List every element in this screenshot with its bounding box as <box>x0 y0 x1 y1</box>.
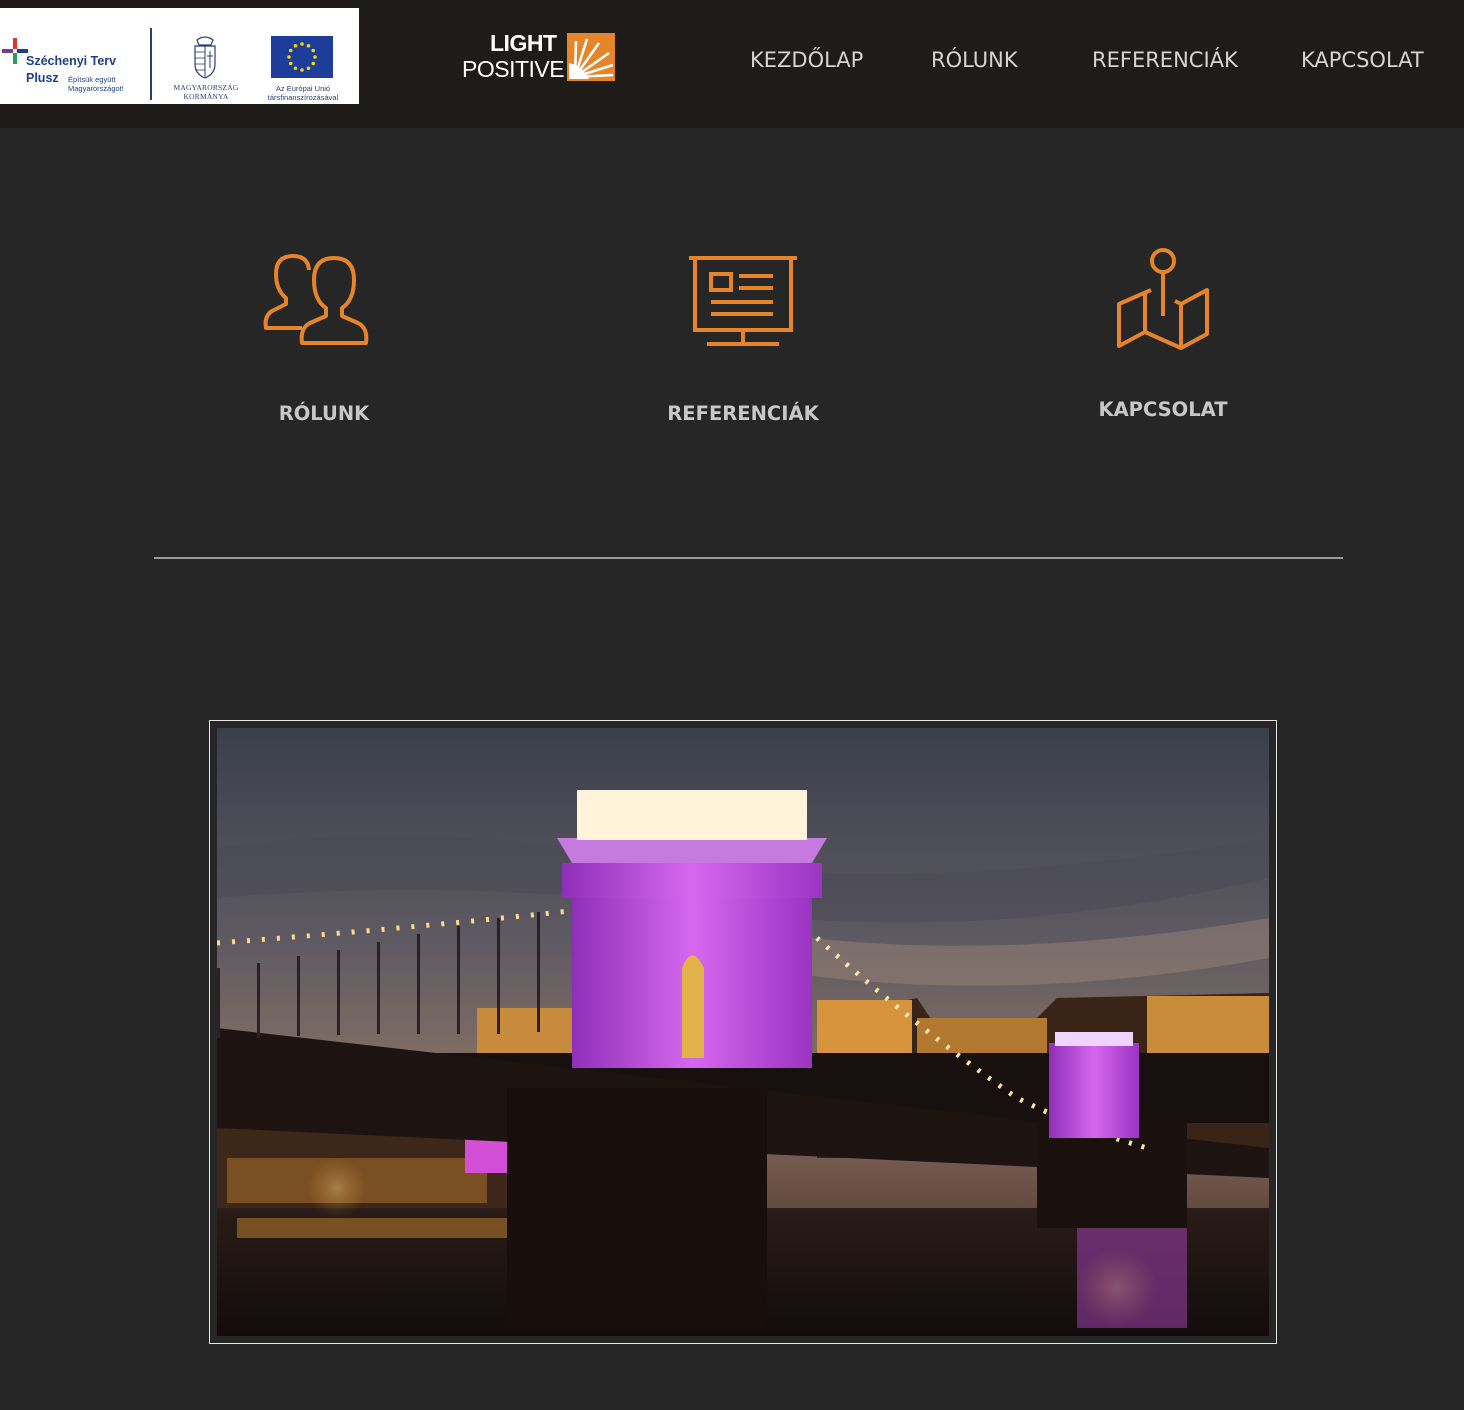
nav-contact[interactable]: KAPCSOLAT <box>1301 47 1424 73</box>
feature-contact[interactable]: KAPCSOLAT <box>1013 240 1313 440</box>
feature-contact-label: KAPCSOLAT <box>1098 398 1228 421</box>
presentation-board-icon <box>689 256 797 346</box>
feature-about-label: RÓLUNK <box>278 402 370 425</box>
chain-bridge-night-photo <box>217 728 1269 1336</box>
eu-label-line2: társfinanszírozásával <box>267 93 339 102</box>
nav-home[interactable]: KEZDŐLAP <box>750 47 863 73</box>
photo-frame <box>209 720 1277 1344</box>
government-label: MAGYARORSZÁG KORMÁNYA <box>166 83 246 101</box>
government-label-line2: KORMÁNYA <box>183 92 229 101</box>
section-divider <box>154 557 1343 559</box>
eu-label-line1: Az Európai Unió <box>275 84 331 93</box>
eu-star <box>300 42 304 46</box>
users-icon <box>263 254 369 345</box>
feature-references-label: REFERENCIÁK <box>667 402 819 425</box>
main-nav: KEZDŐLAP RÓLUNK REFERENCIÁK KAPCSOLAT <box>0 47 1464 77</box>
eu-label: Az Európai Unió társfinanszírozásával <box>250 84 356 102</box>
szechenyi-slogan: Építsük együtt Magyarországot! <box>68 75 124 93</box>
government-label-line1: MAGYARORSZÁG <box>173 83 239 92</box>
feature-about[interactable]: RÓLUNK <box>174 240 474 440</box>
nav-references[interactable]: REFERENCIÁK <box>1092 47 1238 73</box>
nav-about[interactable]: RÓLUNK <box>931 47 1018 73</box>
feature-references[interactable]: REFERENCIÁK <box>593 240 893 440</box>
site-header: Széchenyi Terv Plusz Építsük együtt Magy… <box>0 0 1464 128</box>
map-pin-icon <box>1117 248 1209 350</box>
